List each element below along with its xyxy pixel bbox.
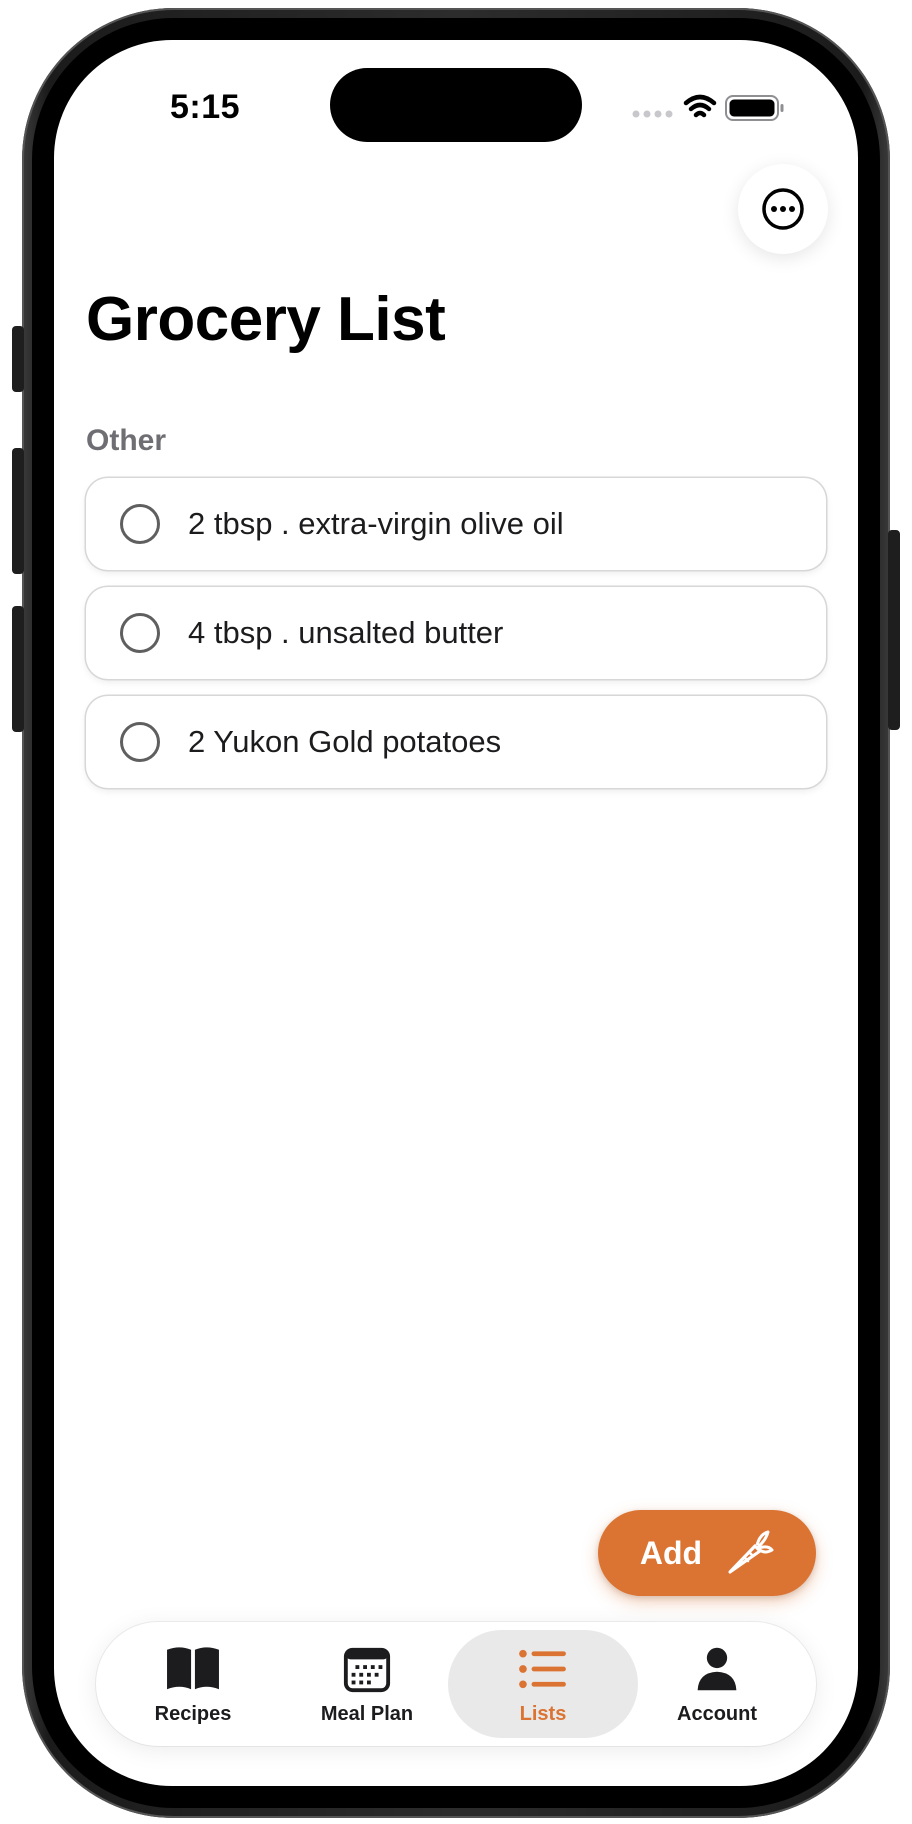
status-bar: 5:15 (54, 40, 858, 170)
page-title: Grocery List (86, 285, 446, 354)
list-item[interactable]: 2 tbsp . extra-virgin olive oil (86, 478, 826, 570)
list-item[interactable]: 2 Yukon Gold potatoes (86, 696, 826, 788)
item-label: 4 tbsp . unsalted butter (188, 615, 504, 650)
status-time: 5:15 (170, 88, 241, 126)
tab-account[interactable]: Account (632, 1630, 802, 1738)
volume-up-button (12, 448, 24, 574)
list-icon (519, 1649, 566, 1688)
tab-recipes[interactable]: Recipes (108, 1630, 278, 1738)
action-button (12, 326, 24, 392)
list-item[interactable]: 4 tbsp . unsalted butter (86, 587, 826, 679)
add-button-label: Add (639, 1534, 703, 1571)
power-button (888, 530, 900, 730)
item-label: 2 Yukon Gold potatoes (188, 724, 502, 759)
tab-label: Recipes (154, 1702, 232, 1725)
calendar-icon (343, 1647, 391, 1692)
tab-label: Lists (519, 1702, 567, 1725)
checkbox-circle-icon[interactable] (120, 613, 160, 653)
cellular-signal-icon (632, 110, 673, 118)
ellipsis-circle-icon (762, 188, 804, 230)
tab-meal-plan[interactable]: Meal Plan (282, 1630, 452, 1738)
wifi-icon (683, 94, 717, 118)
person-icon (697, 1647, 737, 1690)
item-label: 2 tbsp . extra-virgin olive oil (188, 506, 564, 541)
tab-label: Account (677, 1702, 757, 1725)
section-header: Other (86, 424, 167, 457)
screen: 5:15 Grocery List Other 2 tbsp . extra-v… (54, 40, 858, 1786)
tab-label: Meal Plan (320, 1702, 414, 1725)
grocery-list: 2 tbsp . extra-virgin olive oil 4 tbsp .… (86, 478, 826, 805)
book-icon (167, 1646, 219, 1689)
more-options-button[interactable] (738, 164, 828, 254)
battery-icon (725, 95, 784, 121)
status-icons (632, 94, 784, 121)
add-button[interactable]: Add (598, 1510, 816, 1596)
carrot-icon (728, 1530, 774, 1574)
tab-lists[interactable]: Lists (448, 1630, 638, 1738)
tab-bar: Recipes Meal Plan Lists Account (96, 1622, 816, 1746)
volume-down-button (12, 606, 24, 732)
checkbox-circle-icon[interactable] (120, 504, 160, 544)
checkbox-circle-icon[interactable] (120, 722, 160, 762)
dynamic-island (330, 68, 582, 142)
